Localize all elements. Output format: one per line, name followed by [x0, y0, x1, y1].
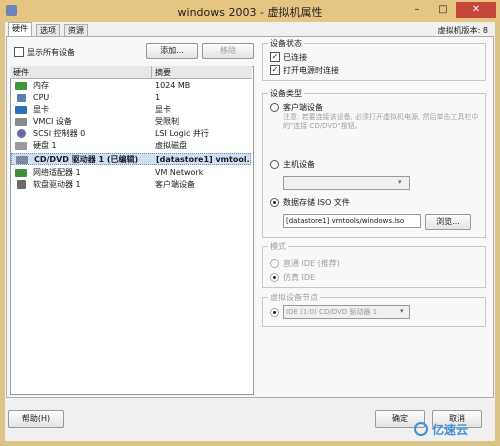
watermark-logo-icon	[414, 422, 428, 436]
table-row[interactable]: CPU 1	[11, 93, 251, 103]
host-device-select[interactable]	[283, 176, 410, 190]
client-device-note: 注意: 若要连接该设备, 必须打开虚拟机电源, 然后单击工具栏中的"连接 CD/…	[283, 113, 479, 130]
row-name: 硬盘 1	[33, 141, 57, 150]
row-summary: 显卡	[155, 105, 171, 114]
mode-title: 模式	[268, 241, 288, 252]
column-divider[interactable]	[151, 66, 152, 78]
row-name: 显卡	[33, 105, 49, 114]
add-button[interactable]: 添加...	[146, 43, 198, 59]
row-summary: 虚拟磁盘	[155, 141, 187, 150]
scsi-icon	[17, 129, 26, 138]
browse-button[interactable]: 浏览...	[425, 214, 471, 230]
memory-icon	[15, 82, 27, 90]
row-summary: [datastore1] vmtool...	[156, 155, 250, 164]
cdrom-icon	[16, 156, 28, 164]
row-name: 软盘驱动器 1	[33, 180, 81, 189]
host-device-label: 主机设备	[283, 160, 315, 169]
virtual-node-radio[interactable]	[270, 308, 279, 317]
table-row[interactable]: SCSI 控制器 0 LSI Logic 并行	[11, 129, 251, 139]
client-device-label: 客户端设备	[283, 103, 323, 112]
show-all-devices-checkbox[interactable]	[14, 47, 24, 57]
device-type-title: 设备类型	[268, 88, 304, 99]
hardware-table-header	[10, 66, 252, 79]
hardware-table	[10, 66, 254, 395]
cpu-icon	[17, 94, 26, 102]
close-button[interactable]: ✕	[456, 2, 496, 18]
tab-hardware[interactable]: 硬件	[8, 22, 32, 37]
emulate-ide-radio[interactable]	[270, 273, 279, 282]
maximize-button[interactable]: □	[430, 2, 456, 18]
row-summary: 客户端设备	[155, 180, 195, 189]
connect-at-power-on-checkbox[interactable]: ✓	[270, 65, 280, 75]
virtual-node-select[interactable]: IDE (1:0) CD/DVD 驱动器 1	[283, 305, 410, 319]
row-name: 内存	[33, 81, 49, 90]
show-all-devices-label: 显示所有设备	[27, 48, 75, 57]
host-device-radio[interactable]	[270, 160, 279, 169]
help-button[interactable]: 帮助(H)	[8, 410, 64, 428]
passthrough-ide-radio[interactable]	[270, 259, 279, 268]
watermark-text: 亿速云	[432, 423, 469, 437]
chevron-down-icon: ▾	[398, 178, 402, 186]
remove-button[interactable]: 移除	[202, 43, 254, 59]
vm-version-label: 虚拟机版本: 8	[437, 26, 488, 35]
emulate-ide-label: 仿真 IDE	[283, 273, 316, 282]
row-summary: VM Network	[155, 168, 204, 177]
iso-path-field[interactable]: [datastore1] vmtools/windows.iso	[283, 214, 421, 228]
row-summary: 受限制	[155, 117, 179, 126]
table-row[interactable]: 软盘驱动器 1 客户端设备	[11, 180, 251, 190]
row-summary: LSI Logic 并行	[155, 129, 209, 138]
column-header-summary[interactable]: 摘要	[155, 67, 171, 78]
row-name: VMCI 设备	[33, 117, 72, 126]
column-header-hardware[interactable]: 硬件	[13, 67, 29, 78]
vmci-icon	[15, 118, 27, 126]
datastore-iso-label: 数据存储 ISO 文件	[283, 198, 350, 207]
connected-label: 已连接	[283, 53, 307, 62]
table-row-selected[interactable]: CD/DVD 驱动器 1 (已编辑) [datastore1] vmtool..…	[11, 153, 251, 165]
floppy-icon	[17, 180, 26, 189]
row-summary: 1024 MB	[155, 81, 191, 90]
table-row[interactable]: 硬盘 1 虚拟磁盘	[11, 141, 251, 151]
row-summary: 1	[155, 93, 161, 102]
network-icon	[15, 169, 27, 177]
table-row[interactable]: VMCI 设备 受限制	[11, 117, 251, 127]
table-row[interactable]: 网络适配器 1 VM Network	[11, 168, 251, 178]
row-name: 网络适配器 1	[33, 168, 81, 177]
connected-checkbox[interactable]: ✓	[270, 52, 280, 62]
row-name: CD/DVD 驱动器 1 (已编辑)	[34, 155, 139, 164]
table-row[interactable]: 内存 1024 MB	[11, 81, 251, 91]
passthrough-ide-label: 直通 IDE (推荐)	[283, 259, 340, 268]
table-row[interactable]: 显卡 显卡	[11, 105, 251, 115]
disk-icon	[15, 142, 27, 150]
row-name: CPU	[33, 93, 50, 102]
row-name: SCSI 控制器 0	[33, 129, 86, 138]
client-device-radio[interactable]	[270, 103, 279, 112]
chevron-down-icon: ▾	[400, 307, 404, 315]
display-icon	[15, 106, 27, 114]
device-status-title: 设备状态	[268, 38, 304, 49]
minimize-button[interactable]: –	[404, 2, 430, 18]
connect-at-power-on-label: 打开电源时连接	[283, 66, 339, 75]
virtual-device-node-title: 虚拟设备节点	[268, 292, 320, 303]
datastore-iso-radio[interactable]	[270, 198, 279, 207]
